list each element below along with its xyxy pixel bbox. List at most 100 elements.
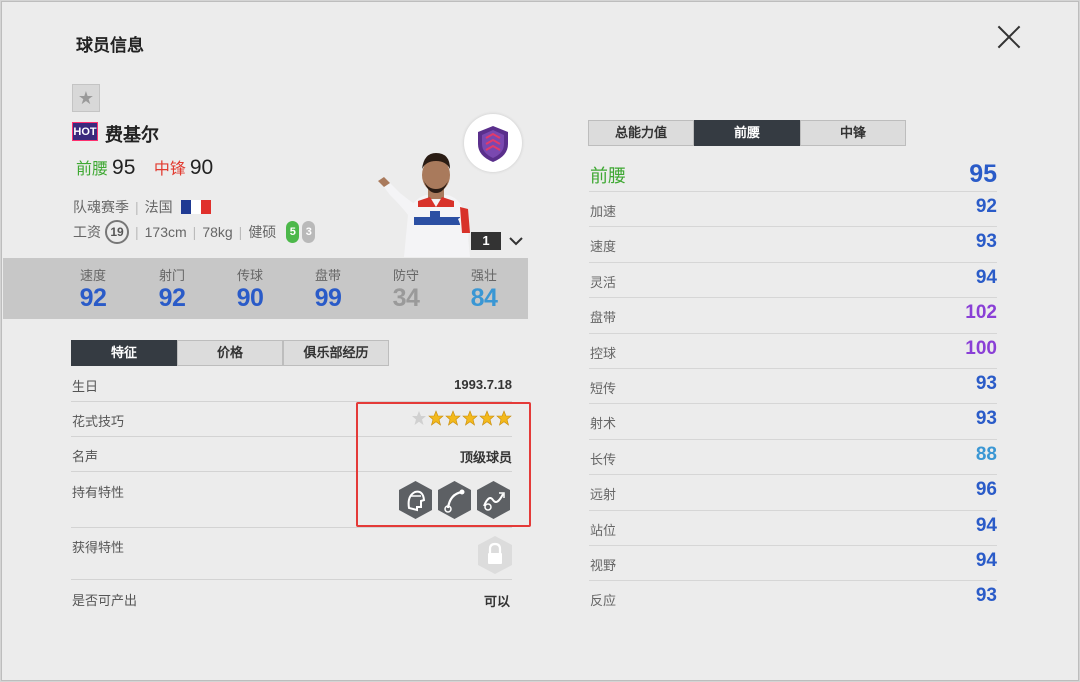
attribute-value: 92 [975,196,997,217]
trait-dribble-icon[interactable] [475,480,512,520]
physique-value: 健硕 [248,224,277,240]
attribute-row: 灵活 94 [589,261,997,297]
summary-stat: 盘带 99 [298,258,358,313]
attribute-row: 盘带 102 [589,297,997,332]
season-label: 队魂赛季 [73,199,129,215]
right-foot-value: 3 [302,221,316,243]
summary-stat: 防守 34 [376,258,436,313]
position-st-value: 90 [189,156,214,179]
attribute-row: 长传 88 [589,438,997,474]
summary-stat-label: 强壮 [470,268,497,283]
attribute-value: 93 [975,231,997,253]
level-selector[interactable]: 1 [471,232,501,250]
height-value: 173cm [144,224,187,240]
summary-stat-value: 99 [314,284,342,312]
producible-label: 是否可产出 [72,593,138,608]
attribute-value: 93 [975,408,997,430]
attribute-value: 96 [975,479,997,501]
star-empty-icon [412,411,426,425]
tab-st[interactable]: 中锋 [800,120,906,146]
position-rating-value: 95 [969,160,997,188]
attribute-label: 控球 [590,345,617,361]
summary-stat: 传球 90 [220,258,280,313]
player-info-dialog: 球员信息 ★ HOT 费基尔 前腰 95 中锋 90 队魂赛季 | 法国 工资 19… [1,1,1079,681]
left-foot-value: 5 [286,221,300,243]
attribute-row: 控球 100 [589,332,997,368]
season-nation-line: 队魂赛季 | 法国 [73,197,211,217]
summary-stat-value: 34 [392,284,420,312]
summary-stat-value: 84 [470,284,498,312]
attribute-row: 加速 92 [589,191,997,226]
lock-icon [478,536,512,574]
traits-icons [397,480,512,520]
feature-row-birthday: 生日 1993.7.18 [71,373,512,402]
wage-label: 工资 [73,224,101,240]
dialog-title: 球员信息 [76,36,144,55]
producible-value: 可以 [483,594,510,609]
attribute-value: 94 [975,550,997,571]
tab-price[interactable]: 价格 [177,340,283,366]
reputation-label: 名声 [72,449,99,464]
traits-label: 持有特性 [72,485,125,500]
birthday-value: 1993.7.18 [454,377,512,392]
attribute-label: 加速 [590,204,617,219]
trait-kick-icon[interactable] [436,480,473,520]
attribute-label: 速度 [590,239,617,255]
summary-stat: 射门 92 [142,258,202,313]
attribute-value: 102 [965,302,997,324]
position-cam-label: 前腰 [76,161,109,178]
weight-value: 78kg [202,224,233,240]
feature-row-skill-moves: 花式技巧 [71,402,512,437]
summary-stats-bar: 速度 92 射门 92 传球 90 盘带 99 防守 34 强壮 84 [3,258,528,319]
earned-traits-label: 获得特性 [72,540,125,555]
star-filled-icon [496,410,512,426]
star-filled-icon [479,410,495,426]
star-filled-icon [428,410,444,426]
attribute-value: 93 [975,373,997,394]
summary-stat-value: 90 [236,284,264,312]
close-icon[interactable] [992,20,1026,54]
summary-stat: 速度 92 [63,258,123,313]
nation-label: 法国 [144,199,173,215]
attribute-value: 100 [965,337,997,359]
summary-stat-label: 盘带 [314,268,341,283]
tab-features[interactable]: 特征 [71,340,177,366]
right-tab-bar: 总能力值 前腰 中锋 [588,120,906,146]
attribute-label: 长传 [590,451,617,467]
hot-badge: HOT [72,122,98,141]
tab-overall[interactable]: 总能力值 [588,120,694,146]
tab-club-history[interactable]: 俱乐部经历 [283,340,389,366]
attribute-label: 短传 [590,381,617,396]
chevron-down-icon[interactable] [507,232,525,250]
summary-stat-value: 92 [158,284,186,312]
position-rating-label: 前腰 [590,166,626,186]
trait-helmet-icon[interactable] [397,480,434,520]
favorite-star-icon[interactable]: ★ [72,84,100,112]
summary-stat: 强壮 84 [454,258,514,313]
summary-stat-label: 速度 [79,268,106,283]
foot-ratings: 5 3 [286,221,316,243]
attribute-row: 短传 93 [589,368,997,403]
attribute-row: 射术 93 [589,403,997,438]
attribute-label: 盘带 [590,310,617,326]
birthday-label: 生日 [72,379,99,394]
feature-row-earned-traits: 获得特性 [71,528,512,580]
summary-stat-label: 传球 [236,268,263,283]
position-cam-value: 95 [112,156,136,179]
feature-row-reputation: 名声 顶级球员 [71,437,512,472]
summary-stat-label: 射门 [158,268,185,283]
wage-value: 19 [105,220,129,244]
left-tab-bar: 特征 价格 俱乐部经历 [71,340,389,366]
position-rating-row: 前腰 95 [589,160,997,188]
feature-row-producible: 是否可产出 可以 [71,580,512,616]
france-flag-icon [180,200,211,214]
summary-stat-label: 防守 [392,268,419,283]
attribute-row: 反应 93 [589,580,997,615]
reputation-value: 顶级球员 [459,450,512,465]
attribute-row: 远射 96 [589,474,997,509]
tab-cam[interactable]: 前腰 [694,120,800,146]
summary-stat-value: 92 [79,284,107,312]
player-name: 费基尔 [105,125,159,145]
feature-row-traits: 持有特性 [71,472,512,528]
physical-info-line: 工资 19 | 173cm | 78kg | 健硕 5 3 [73,220,316,244]
